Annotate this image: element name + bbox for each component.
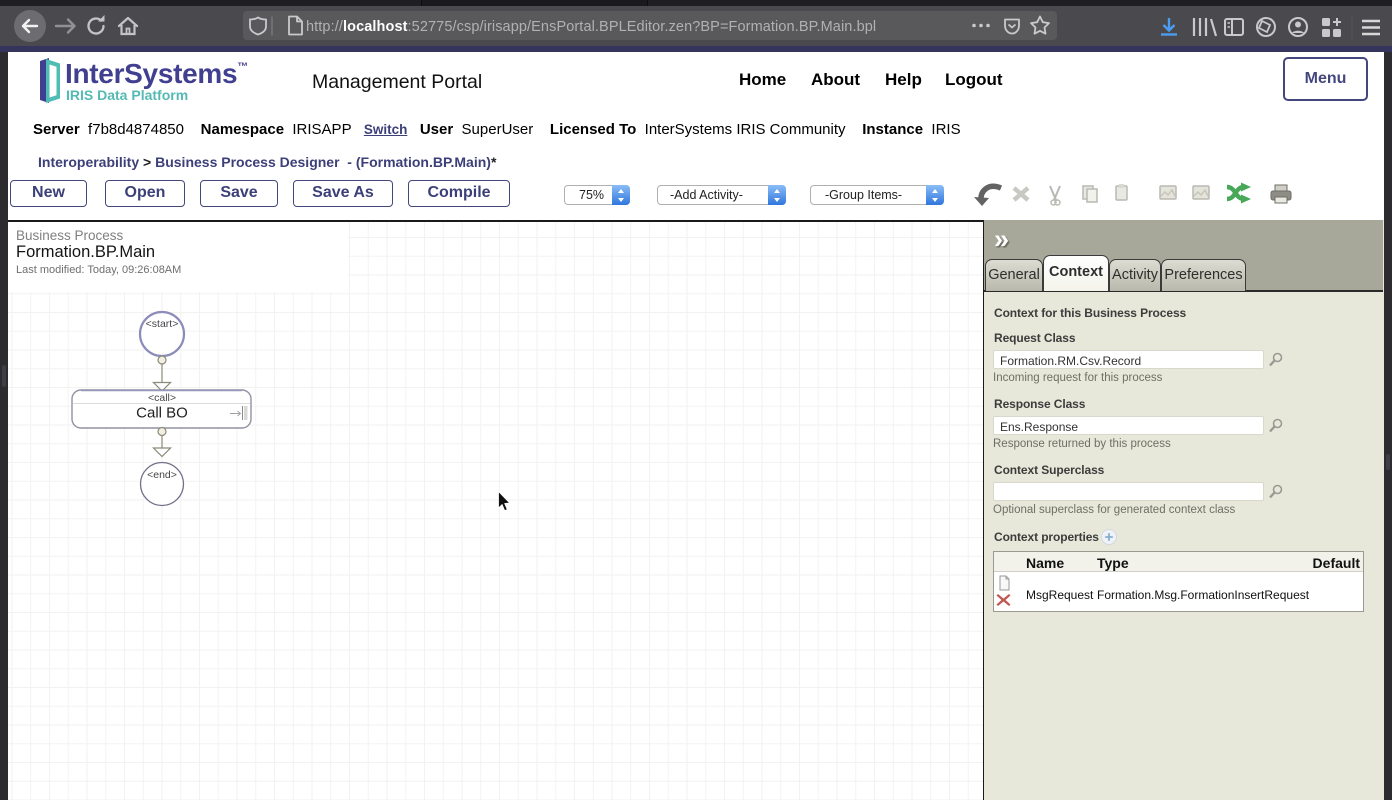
svg-text:<end>: <end> bbox=[147, 469, 177, 481]
svg-text:<call>: <call> bbox=[148, 392, 176, 404]
svg-text:<start>: <start> bbox=[146, 318, 179, 330]
svg-text:Call BO: Call BO bbox=[136, 405, 188, 422]
